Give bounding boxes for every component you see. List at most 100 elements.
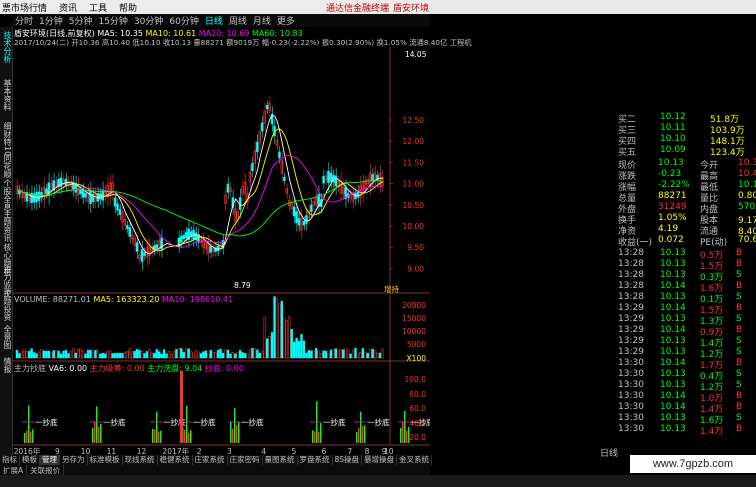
volume-bar xyxy=(381,348,384,359)
tab-more[interactable]: 更多 xyxy=(274,14,298,27)
indicator-bar xyxy=(358,427,360,443)
left-tab-3[interactable]: 同花顺 xyxy=(0,154,12,178)
template-tab-5[interactable]: 现线系统 xyxy=(123,455,158,465)
candle-body xyxy=(126,225,129,229)
volume-bar xyxy=(278,303,281,359)
indicator-bar xyxy=(404,410,406,443)
time-axis-label: 5 xyxy=(292,447,297,455)
candle-body xyxy=(155,244,158,249)
volume-bar xyxy=(229,353,232,359)
candle-body xyxy=(283,177,286,181)
stat-value: 0.80 xyxy=(738,191,756,201)
tick-price: 10.13 xyxy=(660,413,686,423)
indicator-bar xyxy=(156,411,158,443)
volume-bar xyxy=(106,350,109,359)
extension-tabs: 扩展A 关联报价 xyxy=(0,464,430,476)
template-tab-9[interactable]: 量图系统 xyxy=(263,455,298,465)
indicator-bar xyxy=(154,429,156,443)
candle-body xyxy=(265,104,269,110)
volume-bar xyxy=(329,349,333,359)
tick-price: 10.13 xyxy=(660,270,686,280)
template-tab-3[interactable]: 另存为 xyxy=(60,455,88,465)
candle-body xyxy=(268,102,271,112)
volume-bar xyxy=(354,347,357,359)
template-tab-1[interactable]: 模板 xyxy=(20,455,40,465)
kline-chart[interactable]: 盾安环境(日线,前复权) MA5: 10.35 MA10: 10.61 MA20… xyxy=(12,27,472,455)
template-tab-11[interactable]: 8S操盘 xyxy=(333,455,363,465)
tab-30min[interactable]: 30分钟 xyxy=(131,14,166,27)
tick-price: 10.13 xyxy=(660,369,686,379)
volume-bar xyxy=(160,353,163,359)
volume-bar xyxy=(226,349,230,359)
volume-bar xyxy=(133,350,136,359)
left-tab-10[interactable]: 情报 xyxy=(0,357,12,373)
candle-body xyxy=(339,180,342,194)
stock-name-button[interactable]: 盾安环境 xyxy=(393,1,429,14)
volume-bar xyxy=(64,350,68,359)
tick-volume: 1.4万 xyxy=(700,427,724,437)
left-tab-8[interactable]: 主题投资 xyxy=(0,289,12,321)
left-tab-4[interactable]: 个股全息 xyxy=(0,179,12,211)
template-tab-4[interactable]: 标准模板 xyxy=(88,455,123,465)
tick-price: 10.14 xyxy=(660,325,686,335)
chaodi-label: 一抄底 xyxy=(193,417,216,427)
volume-bar xyxy=(18,353,21,359)
volume-bar xyxy=(89,349,92,359)
stat-value: 70.6 xyxy=(738,235,756,245)
candle-body xyxy=(322,175,325,184)
tick-price: 10.13 xyxy=(660,347,686,357)
volume-bar xyxy=(81,350,85,359)
tab-15min[interactable]: 15分钟 xyxy=(95,14,130,27)
template-tab-13[interactable]: 金叉系统 xyxy=(397,455,433,465)
indicator-bar xyxy=(94,422,96,443)
order-price: 10.09 xyxy=(660,145,686,155)
left-tab-5[interactable]: 主题资讯 xyxy=(0,210,12,242)
volume-bar xyxy=(280,301,284,359)
candle-body xyxy=(138,254,141,260)
tab-60min[interactable]: 60分钟 xyxy=(166,14,201,27)
menu-item-news[interactable]: 资讯 xyxy=(53,1,83,14)
left-tab-2[interactable]: 细财特10 xyxy=(0,122,12,156)
tab-1min[interactable]: 1分钟 xyxy=(36,14,66,27)
candle-body xyxy=(135,242,139,252)
left-tab-9[interactable]: 全景图 xyxy=(0,325,12,349)
extension-tab-0[interactable]: 扩展A xyxy=(0,464,28,476)
left-tab-1[interactable]: 基本资料 xyxy=(0,79,12,111)
tab-monthly[interactable]: 月线 xyxy=(250,14,274,27)
template-tab-12[interactable]: 暴增操盘 xyxy=(362,455,398,465)
tick-price: 10.13 xyxy=(660,314,686,324)
tick-time: 13:28 xyxy=(618,248,644,258)
candle-body xyxy=(180,236,183,243)
volume-bar xyxy=(180,348,183,359)
template-tab-2[interactable]: 管理 xyxy=(40,455,60,465)
tab-5min[interactable]: 5分钟 xyxy=(66,14,96,27)
volume-bar xyxy=(123,351,127,359)
template-tab-0[interactable]: 指标 xyxy=(0,455,20,465)
extension-tab-1[interactable]: 关联报价 xyxy=(27,464,65,476)
menu-item-help[interactable]: 帮助 xyxy=(113,1,143,14)
tab-weekly[interactable]: 周线 xyxy=(226,14,250,27)
candle-body xyxy=(37,191,41,201)
order-book-row: 买三 10.11 103.9万 xyxy=(600,123,756,136)
candle-body xyxy=(226,183,230,193)
chaodi-label: 一抄底 xyxy=(35,417,58,427)
indicator-bar xyxy=(96,406,98,443)
volume-bar xyxy=(258,352,261,359)
template-tab-7[interactable]: 庄家系统 xyxy=(193,455,228,465)
tab-daily[interactable]: 日线 xyxy=(202,14,226,27)
template-tab-6[interactable]: 稳健系统 xyxy=(158,455,193,465)
order-book-row: 买二 10.12 51.8万 xyxy=(600,112,756,125)
menu-item-tools[interactable]: 工具 xyxy=(83,1,113,14)
ma20-line xyxy=(17,154,383,248)
left-tab-0[interactable]: 技术分析 xyxy=(0,31,12,63)
template-tab-8[interactable]: 庄家密码 xyxy=(228,455,263,465)
template-tab-10[interactable]: 罗盘系统 xyxy=(298,455,333,465)
tab-timeshare[interactable]: 分时 xyxy=(12,14,36,27)
tick-time: 13:30 xyxy=(618,369,644,379)
volume-bar xyxy=(69,351,73,359)
volume-bar xyxy=(373,350,377,359)
tick-time: 13:30 xyxy=(618,391,644,401)
indicator-bar xyxy=(160,430,162,443)
candle-body xyxy=(256,141,259,153)
volume-bar xyxy=(349,353,352,359)
